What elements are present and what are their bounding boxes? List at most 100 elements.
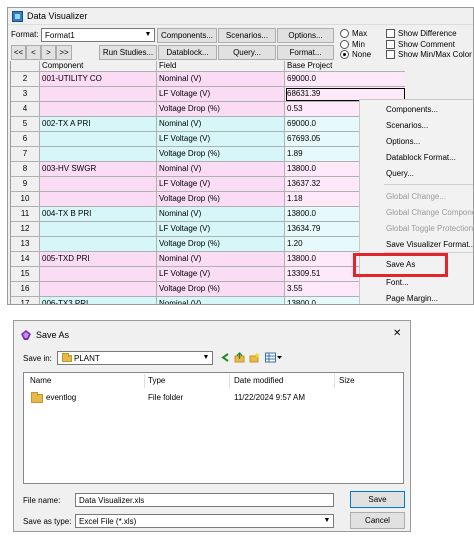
menu-item-save-visualizer-format[interactable]: Save Visualizer Format... [386, 240, 473, 249]
grid-cell-field[interactable]: Nominal (V) [157, 252, 285, 267]
grid-row-number[interactable]: 13 [11, 237, 40, 252]
format-button[interactable]: Format... [277, 45, 334, 60]
format-select[interactable]: Format1 ▼ [41, 28, 155, 42]
grid-cell-component[interactable] [40, 132, 157, 147]
save-in-select[interactable]: PLANT ▼ [57, 351, 213, 365]
grid-cell-component[interactable]: 005-TXD PRI [40, 252, 157, 267]
nav-first-button[interactable]: << [11, 45, 26, 60]
menu-item-font[interactable]: Font... [386, 278, 409, 287]
title-bar: Data Visualizer [8, 8, 473, 25]
menu-item-query[interactable]: Query... [386, 169, 414, 178]
grid-header-base-project[interactable]: Base Project [285, 61, 405, 72]
col-date-modified[interactable]: Date modified [234, 376, 283, 385]
menu-item-components[interactable]: Components... [386, 105, 438, 114]
up-folder-icon[interactable] [234, 352, 245, 363]
grid-cell-field[interactable]: Nominal (V) [157, 207, 285, 222]
radio-min[interactable] [340, 40, 349, 49]
grid-row-number[interactable]: 12 [11, 222, 40, 237]
grid-cell-component[interactable] [40, 87, 157, 102]
menu-item-datablock-format[interactable]: Datablock Format... [386, 153, 456, 162]
grid-cell-field[interactable]: Voltage Drop (%) [157, 147, 285, 162]
show-difference-checkbox[interactable] [386, 29, 395, 38]
grid-cell-field[interactable]: Voltage Drop (%) [157, 192, 285, 207]
datablock-button[interactable]: Datablock... [158, 45, 217, 60]
col-size[interactable]: Size [339, 376, 355, 385]
grid-cell-field[interactable]: LF Voltage (V) [157, 222, 285, 237]
grid-cell-component[interactable] [40, 222, 157, 237]
grid-row-number[interactable]: 3 [11, 87, 40, 102]
options-button[interactable]: Options... [277, 28, 334, 43]
menu-item-scenarios[interactable]: Scenarios... [386, 121, 428, 130]
nav-next-button[interactable]: > [41, 45, 56, 60]
grid-cell-component[interactable] [40, 177, 157, 192]
grid-cell-component[interactable]: 004-TX B PRI [40, 207, 157, 222]
grid-cell-component[interactable] [40, 102, 157, 117]
grid-cell-field[interactable]: LF Voltage (V) [157, 132, 285, 147]
grid-row-number[interactable]: 9 [11, 177, 40, 192]
file-name-value: Data Visualizer.xls [79, 496, 145, 505]
show-comment-checkbox[interactable] [386, 40, 395, 49]
grid-row-number[interactable]: 14 [11, 252, 40, 267]
grid-row-number[interactable]: 17 [11, 297, 40, 304]
file-list[interactable]: Name Type Date modified Size eventlog Fi… [23, 372, 404, 484]
radio-none[interactable] [340, 50, 349, 59]
grid-row-number[interactable]: 15 [11, 267, 40, 282]
save-type-select[interactable]: Excel File (*.xls) ▼ [75, 514, 334, 528]
grid-row-number[interactable]: 10 [11, 192, 40, 207]
nav-last-button[interactable]: >> [56, 45, 72, 60]
back-icon[interactable] [220, 352, 231, 363]
grid-cell-component[interactable]: 003-HV SWGR [40, 162, 157, 177]
grid-header-component[interactable]: Component [40, 61, 157, 72]
grid-row-number[interactable]: 6 [11, 132, 40, 147]
show-minmax-color-checkbox[interactable] [386, 50, 395, 59]
grid-cell-component[interactable]: 001-UTILITY CO [40, 72, 157, 87]
grid-cell-field[interactable]: LF Voltage (V) [157, 177, 285, 192]
list-item[interactable]: eventlog File folder 11/22/2024 9:57 AM [26, 390, 403, 404]
grid-row-number[interactable]: 11 [11, 207, 40, 222]
grid-cell-field[interactable]: LF Voltage (V) [157, 267, 285, 282]
grid-row-number[interactable]: 5 [11, 117, 40, 132]
col-type[interactable]: Type [148, 376, 165, 385]
grid-cell-component[interactable] [40, 237, 157, 252]
grid-cell-field[interactable]: Nominal (V) [157, 162, 285, 177]
data-grid[interactable]: Component Field Base Project 2 001-UTILITY C… [10, 61, 405, 304]
radio-max[interactable] [340, 29, 349, 38]
app-icon [12, 11, 23, 22]
grid-cell-component[interactable] [40, 192, 157, 207]
save-button[interactable]: Save [350, 491, 405, 508]
close-icon[interactable]: ✕ [393, 328, 401, 339]
show-minmax-color-label: Show Min/Max Color [398, 50, 472, 59]
query-button[interactable]: Query... [218, 45, 276, 60]
grid-row-number[interactable]: 7 [11, 147, 40, 162]
grid-row-number[interactable]: 8 [11, 162, 40, 177]
grid-cell-field[interactable]: Voltage Drop (%) [157, 102, 285, 117]
grid-row-number[interactable]: 16 [11, 282, 40, 297]
components-button[interactable]: Components... [157, 28, 217, 43]
grid-header-field[interactable]: Field [157, 61, 285, 72]
grid-cell-component[interactable]: 006-TX3 PRI [40, 297, 157, 304]
grid-cell-field[interactable]: Nominal (V) [157, 72, 285, 87]
cancel-button[interactable]: Cancel [350, 512, 405, 529]
grid-cell-field[interactable]: Voltage Drop (%) [157, 282, 285, 297]
grid-cell-value[interactable]: 69000.0 [285, 72, 405, 87]
grid-row-number[interactable]: 2 [11, 72, 40, 87]
grid-cell-component[interactable] [40, 267, 157, 282]
grid-cell-field[interactable]: Nominal (V) [157, 297, 285, 304]
grid-cell-field[interactable]: Voltage Drop (%) [157, 237, 285, 252]
col-name[interactable]: Name [30, 376, 51, 385]
grid-cell-component[interactable] [40, 147, 157, 162]
menu-item-page-margin[interactable]: Page Margin... [386, 294, 438, 303]
new-folder-icon[interactable] [249, 352, 260, 363]
run-studies-button[interactable]: Run Studies... [99, 45, 157, 60]
nav-prev-button[interactable]: < [26, 45, 41, 60]
grid-cell-field[interactable]: LF Voltage (V) [157, 87, 285, 102]
menu-item-options[interactable]: Options... [386, 137, 420, 146]
grid-row-number[interactable]: 4 [11, 102, 40, 117]
grid-cell-field[interactable]: Nominal (V) [157, 117, 285, 132]
view-menu-icon[interactable] [265, 352, 283, 363]
grid-cell-component[interactable]: 002-TX A PRI [40, 117, 157, 132]
folder-icon [62, 353, 72, 362]
scenarios-button[interactable]: Scenarios... [218, 28, 276, 43]
file-name-input[interactable]: Data Visualizer.xls [75, 493, 334, 507]
grid-cell-component[interactable] [40, 282, 157, 297]
